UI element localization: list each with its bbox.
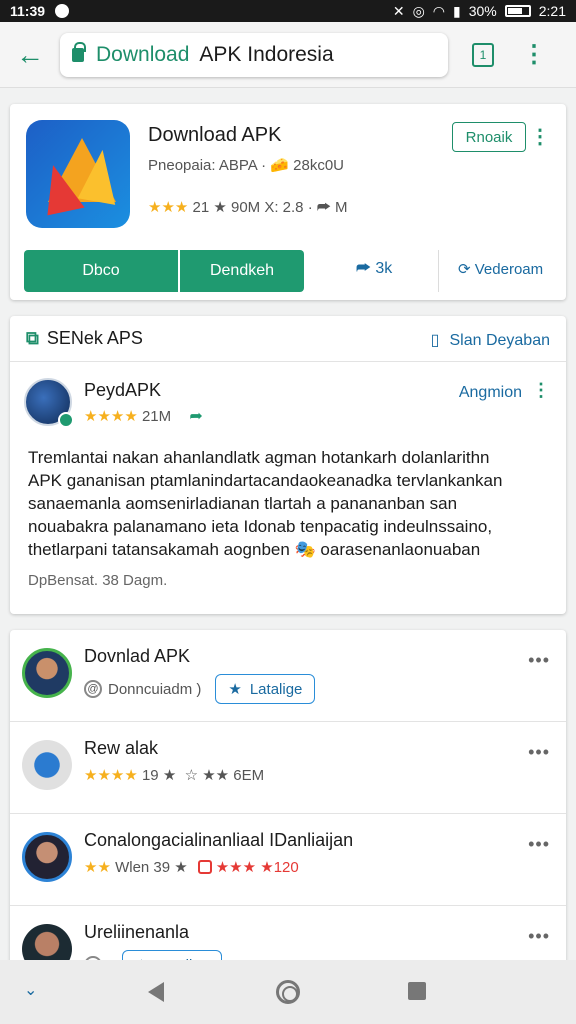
- secondary-download-button[interactable]: Dendkeh: [180, 250, 304, 292]
- list-item[interactable]: Dovnlad APK @ Donncuiadm ) ★ Latalige •••: [10, 630, 566, 722]
- apps-icon: ⧉: [26, 328, 39, 348]
- divider: [438, 250, 439, 292]
- review-text: Tremlantai nakan ahanlandlatk agman hota…: [28, 448, 503, 559]
- doc-icon: ▯: [430, 332, 440, 349]
- tabs-icon[interactable]: 1: [472, 42, 494, 67]
- battery-percent: 30%: [468, 3, 497, 19]
- nav-back-icon[interactable]: [148, 982, 164, 1002]
- at-icon: @: [84, 680, 102, 698]
- rating-text: 21 ★ 90M X: 2.8 · ⮫ M: [192, 199, 348, 216]
- list-item-title: Conalongacialinanliaal IDanliaijan: [84, 830, 354, 850]
- app-more-icon[interactable]: ⋮: [530, 124, 550, 149]
- avatar: [22, 648, 72, 698]
- more-icon[interactable]: •••: [528, 742, 550, 763]
- more-icon[interactable]: •••: [528, 926, 550, 947]
- rating-stars: ★★★: [148, 199, 189, 216]
- signal-icon: ▮: [453, 2, 461, 19]
- app-meta: Pneopaia: ABPA · 🧀 28kc0U: [148, 157, 345, 174]
- flag-icon: [197, 860, 212, 874]
- primary-download-button[interactable]: Dbco: [24, 250, 178, 292]
- url-path: APK Indoresia: [199, 42, 334, 66]
- install-pill-button[interactable]: Rnoaik: [452, 122, 526, 152]
- status-icons: ✕ ◎ ◠ ▮ 30% 2:21: [393, 3, 566, 20]
- mute-icon: ✕: [392, 2, 405, 19]
- verified-badge-icon: [58, 412, 74, 428]
- review-card: ⧉ SENek APS ▯ Slan Deyaban PeydAPK ★★★★ 21…: [10, 316, 566, 614]
- status-time: 11:39: [10, 3, 46, 19]
- app-rating: ★★★ 21 ★ 90M X: 2.8 · ⮫ M: [148, 198, 347, 216]
- back-arrow-icon[interactable]: ←: [0, 39, 60, 71]
- section-title: ⧉ SENek APS: [26, 328, 143, 348]
- see-all-link[interactable]: ▯ Slan Deyaban: [431, 330, 550, 350]
- avatar: [22, 740, 72, 790]
- more-icon[interactable]: •••: [528, 650, 550, 671]
- review-action-link[interactable]: Angmion: [459, 384, 522, 402]
- tag-chip[interactable]: ★Latalige: [215, 674, 316, 704]
- app-logo: [26, 120, 130, 228]
- list-item-title: Dovnlad APK: [84, 646, 191, 666]
- menu-kebab-icon[interactable]: ⋮: [522, 42, 546, 67]
- more-icon[interactable]: •••: [528, 834, 550, 855]
- nav-home-icon[interactable]: [276, 980, 300, 1004]
- browser-toolbar: ← Download APK Indoresia 1 ⋮: [0, 22, 576, 88]
- video-button[interactable]: ⟳ Vederoam: [458, 260, 543, 278]
- app-list-card: Dovnlad APK @ Donncuiadm ) ★ Latalige •••…: [10, 630, 566, 970]
- share-label: 3k: [375, 260, 393, 277]
- app-card: Download APK Pneopaia: ABPA · 🧀 28kc0U ★…: [10, 104, 566, 300]
- list-item-title: Rew alak: [84, 738, 159, 758]
- reviewer-name: PeydAPK: [84, 380, 162, 400]
- lock-icon: [72, 41, 86, 62]
- list-item-sub: ★★★★ 19 ★ ☆ ★★ 6EM: [84, 767, 265, 784]
- wifi-icon: ◠: [432, 2, 445, 19]
- battery-icon: [504, 5, 531, 17]
- app-title: Download APK: [148, 124, 282, 146]
- share-arrow-icon[interactable]: ➦: [189, 408, 202, 425]
- video-label: Vederoam: [474, 261, 544, 278]
- status-clock-right: 2:21: [538, 3, 566, 19]
- list-item-sub: @ Donncuiadm ) ★ Latalige: [84, 674, 316, 704]
- list-item[interactable]: Rew alak ★★★★ 19 ★ ☆ ★★ 6EM •••: [10, 722, 566, 814]
- alarm-icon: ◎: [412, 2, 425, 19]
- video-icon: ⟳: [458, 261, 471, 278]
- review-section-header: ⧉ SENek APS ▯ Slan Deyaban: [10, 316, 566, 362]
- avatar: [22, 832, 72, 882]
- url-domain: Download: [96, 42, 190, 66]
- notification-icon: [55, 4, 70, 18]
- url-bar[interactable]: Download APK Indoresia: [60, 32, 448, 77]
- list-item[interactable]: Conalongacialinanliaal IDanliaijan ★★ Wl…: [10, 814, 566, 906]
- review-date: DpBensat. 38 Dagm.: [28, 572, 168, 589]
- list-item-title: Ureliinenanla: [84, 922, 190, 942]
- review-more-icon[interactable]: ⋮: [532, 380, 550, 401]
- nav-recents-icon[interactable]: [408, 982, 426, 1000]
- status-bar: 11:39 ✕ ◎ ◠ ▮ 30% 2:21: [0, 0, 576, 22]
- chevron-down-icon[interactable]: ⌄: [24, 980, 37, 1000]
- pin-icon: ★: [228, 681, 242, 698]
- reviewer-rating: ★★★★ 21M ➦: [84, 408, 203, 425]
- system-nav-bar: ⌄: [0, 960, 576, 1024]
- share-icon: ⮫: [356, 260, 371, 277]
- share-button[interactable]: ⮫ 3k: [356, 260, 392, 278]
- list-item-sub: ★★ Wlen 39 ★ ★★★ ★120: [84, 859, 299, 876]
